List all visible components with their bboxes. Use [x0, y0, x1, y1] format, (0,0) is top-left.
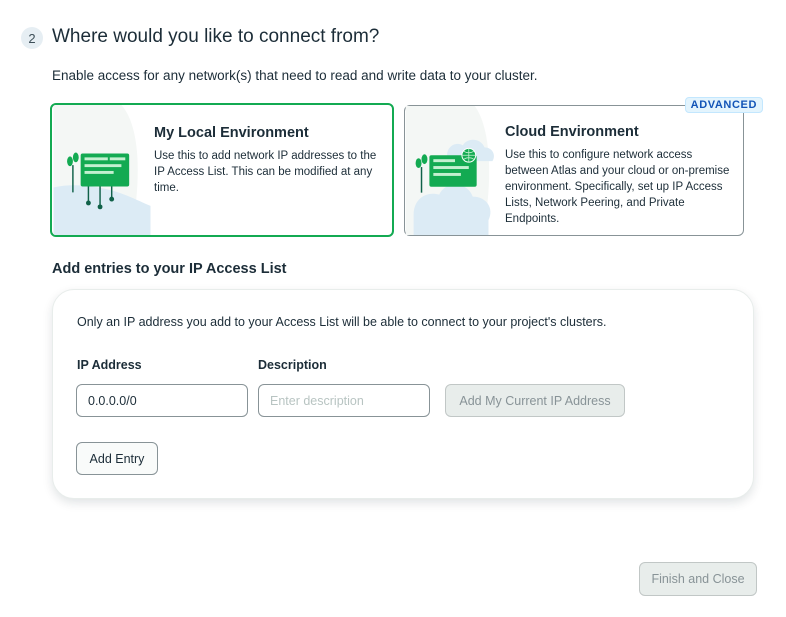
access-list-section-title: Add entries to your IP Access List — [52, 261, 287, 277]
description-label: Description — [258, 358, 327, 372]
ip-address-label: IP Address — [77, 358, 142, 372]
card-title: My Local Environment — [154, 125, 309, 141]
local-server-icon — [53, 105, 151, 235]
card-title: Cloud Environment — [505, 124, 639, 140]
step-subtitle: Enable access for any network(s) that ne… — [52, 68, 538, 83]
step-badge: 2 — [21, 27, 43, 49]
add-current-ip-button[interactable]: Add My Current IP Address — [445, 384, 625, 417]
access-list-panel: Only an IP address you add to your Acces… — [52, 289, 754, 499]
card-description: Use this to configure network access bet… — [505, 149, 730, 225]
description-input[interactable] — [258, 384, 430, 417]
access-list-note: Only an IP address you add to your Acces… — [77, 315, 607, 329]
cloud-environment-card[interactable]: ADVANCED Cloud Environment Use this to c… — [404, 97, 763, 236]
finish-and-close-button[interactable]: Finish and Close — [639, 562, 757, 596]
card-description: Use this to add network IP addresses to … — [154, 150, 377, 194]
local-environment-card[interactable]: My Local Environment Use this to add net… — [50, 103, 394, 237]
step-title: Where would you like to connect from? — [52, 26, 380, 47]
advanced-badge: ADVANCED — [684, 97, 763, 113]
cloud-server-icon — [405, 106, 494, 235]
add-entry-button[interactable]: Add Entry — [76, 442, 158, 475]
ip-address-input[interactable] — [76, 384, 248, 417]
